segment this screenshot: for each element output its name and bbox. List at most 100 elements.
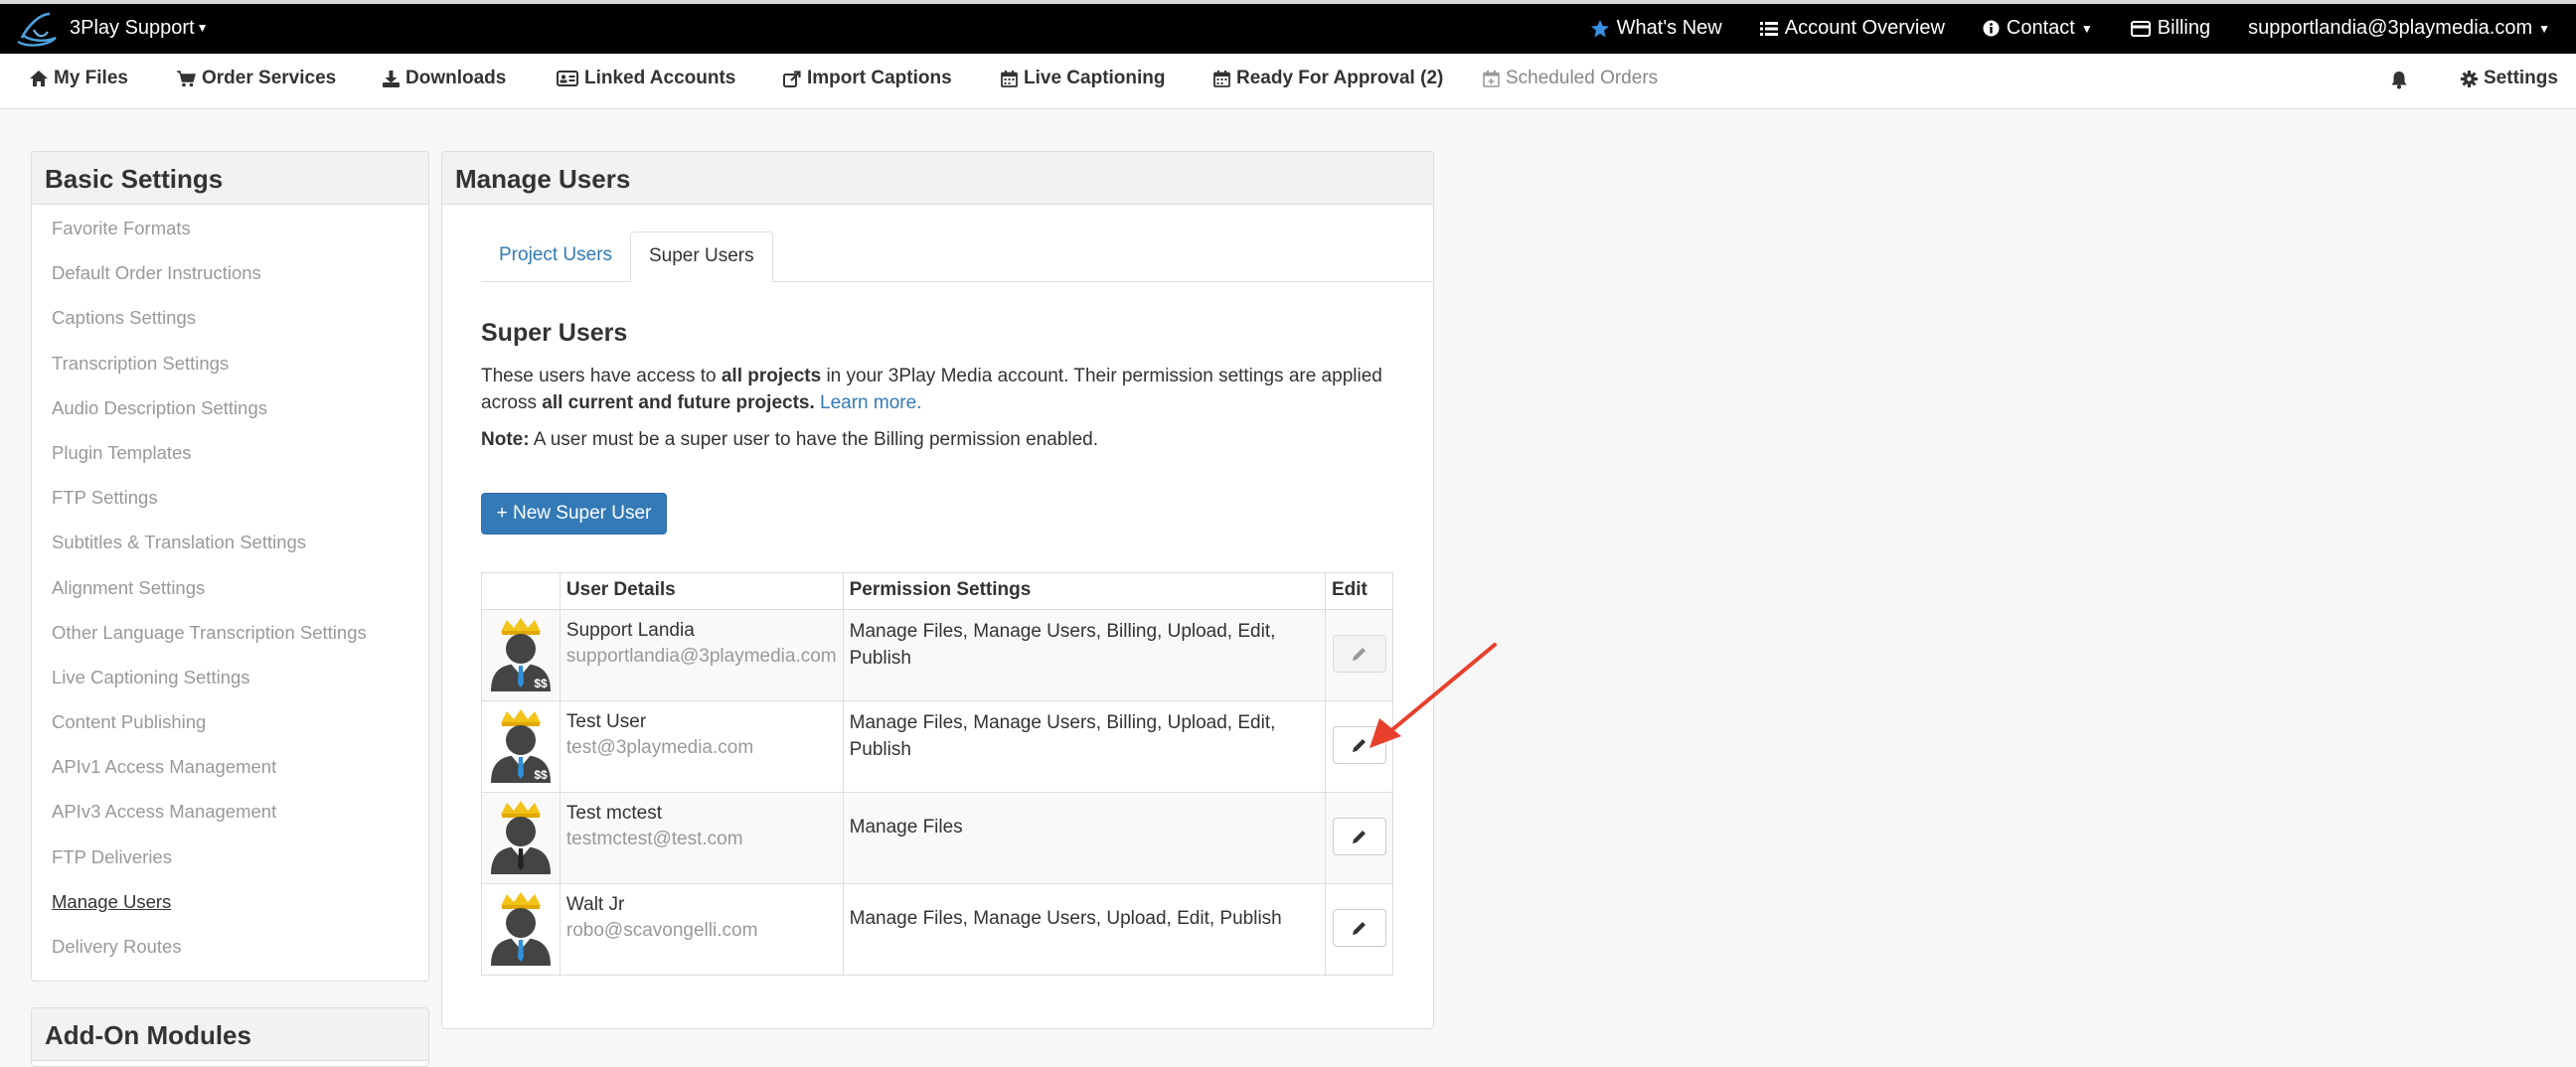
edit-user-button[interactable] — [1332, 818, 1386, 855]
3play-logo-icon[interactable] — [14, 8, 60, 50]
id-card-icon — [557, 71, 578, 86]
sidebar-item-subtitles-translation-settings[interactable]: Subtitles & Translation Settings — [52, 533, 428, 577]
user-email: supportlandia@3playmedia.com — [565, 646, 837, 667]
account-overview-link[interactable]: Account Overview — [1759, 17, 1945, 40]
sidebar-item-ftp-settings[interactable]: FTP Settings — [52, 488, 428, 533]
desc-text-1: These users have access to — [481, 366, 722, 386]
header-user-details: User Details — [559, 572, 844, 610]
user-details-cell: Test mctest testmctest@test.com — [559, 792, 844, 884]
gear-icon — [2461, 70, 2478, 87]
calendar-plus-icon — [1483, 70, 1500, 87]
billing-label: Billing — [2157, 17, 2211, 39]
nav-ready-for-approval[interactable]: Ready For Approval (2) — [1213, 68, 1443, 89]
list-icon — [1759, 21, 1778, 36]
nav-order-services[interactable]: Order Services — [177, 68, 336, 89]
permission-list: Manage Files, Manage Users, Billing, Upl… — [849, 621, 1276, 669]
top-nav: What's New Account Overview Contact ▼ Bil… — [1552, 17, 2550, 40]
sidebar-item-favorite-formats[interactable]: Favorite Formats — [52, 218, 428, 263]
super-user-avatar-icon — [491, 892, 551, 966]
sidebar-item-other-language-transcription-settings[interactable]: Other Language Transcription Settings — [52, 622, 428, 668]
permission-list: Manage Files, Manage Users, Billing, Upl… — [849, 712, 1276, 760]
sidebar-item-transcription-settings[interactable]: Transcription Settings — [52, 353, 428, 398]
pencil-icon — [1352, 922, 1366, 935]
billing-badge: $$ — [534, 677, 548, 690]
learn-more-link[interactable]: Learn more. — [820, 392, 921, 413]
user-name: Test mctest — [565, 803, 662, 824]
user-name: Test User — [565, 711, 647, 732]
avatar-cell: $$ — [481, 700, 561, 793]
header-edit: Edit — [1324, 572, 1394, 610]
edit-cell — [1324, 792, 1394, 884]
nav-scheduled-orders[interactable]: Scheduled Orders — [1483, 68, 1658, 89]
nav-settings-label: Settings — [2484, 68, 2558, 88]
sidebar-item-audio-description-settings[interactable]: Audio Description Settings — [52, 397, 428, 443]
whats-new-link[interactable]: What's New — [1590, 17, 1722, 40]
contact-dropdown[interactable]: Contact ▼ — [1983, 17, 2093, 40]
sidebar-item-content-publishing[interactable]: Content Publishing — [52, 712, 428, 757]
desc-bold-future-projects: all current and future projects. — [542, 392, 815, 413]
new-super-user-button[interactable]: + New Super User — [481, 493, 667, 534]
sidebar-item-delivery-routes[interactable]: Delivery Routes — [52, 936, 428, 981]
note-text: A user must be a super user to have the … — [529, 429, 1099, 450]
sidebar-item-default-order-instructions[interactable]: Default Order Instructions — [52, 263, 428, 308]
addon-modules-title: Add-On Modules — [32, 1008, 428, 1061]
user-email: testmctest@test.com — [565, 829, 743, 849]
nav-ready-for-approval-label: Ready For Approval (2) — [1236, 68, 1444, 88]
bell-icon — [2391, 72, 2407, 89]
star-icon — [1590, 19, 1609, 37]
sidebar-item-plugin-templates[interactable]: Plugin Templates — [52, 442, 428, 488]
calendar-icon — [1001, 70, 1018, 87]
super-user-avatar-icon — [491, 801, 551, 874]
nav-import-captions[interactable]: Import Captions — [783, 68, 952, 89]
caret-down-icon: ▼ — [2080, 21, 2093, 36]
edit-cell — [1324, 883, 1394, 976]
permissions-cell: Manage Files, Manage Users, Billing, Upl… — [842, 700, 1326, 793]
sidebar-item-apiv1-access-management[interactable]: APIv1 Access Management — [52, 757, 428, 802]
nav-live-captioning[interactable]: Live Captioning — [1001, 68, 1166, 89]
nav-settings[interactable]: Settings — [2461, 68, 2558, 89]
nav-import-captions-label: Import Captions — [807, 68, 952, 88]
cart-icon — [177, 70, 196, 86]
caret-down-icon: ▼ — [196, 21, 209, 35]
addon-modules-panel: Add-On Modules — [31, 1007, 429, 1067]
note-label: Note: — [481, 429, 530, 450]
billing-link[interactable]: Billing — [2130, 17, 2211, 40]
account-name: 3Play Support — [70, 17, 195, 39]
user-type-tabs: Project Users Super Users — [481, 231, 1433, 282]
nav-scheduled-orders-label: Scheduled Orders — [1506, 68, 1659, 88]
edit-user-button[interactable] — [1332, 909, 1386, 947]
contact-label: Contact — [2006, 17, 2075, 39]
annotation-arrow-icon — [1369, 643, 1497, 748]
account-overview-label: Account Overview — [1784, 17, 1945, 39]
permissions-cell: Manage Files — [842, 792, 1326, 884]
sidebar-item-apiv3-access-management[interactable]: APIv3 Access Management — [52, 802, 428, 846]
super-user-avatar-icon: $$ — [491, 709, 551, 783]
user-menu[interactable]: supportlandia@3playmedia.com ▼ — [2248, 17, 2550, 40]
manage-users-panel: Manage Users Project Users Super Users S… — [441, 151, 1434, 1029]
sidebar-item-captions-settings[interactable]: Captions Settings — [52, 308, 428, 353]
account-switcher[interactable]: 3Play Support ▼ — [70, 17, 209, 40]
sidebar-item-ftp-deliveries[interactable]: FTP Deliveries — [52, 846, 428, 892]
user-email: supportlandia@3playmedia.com — [2248, 17, 2533, 39]
user-name: Walt Jr — [565, 894, 625, 915]
tab-super-users[interactable]: Super Users — [630, 231, 773, 282]
nav-downloads[interactable]: Downloads — [383, 68, 506, 89]
credit-card-icon — [2130, 20, 2151, 37]
nav-my-files-label: My Files — [54, 68, 128, 88]
avatar-cell — [481, 792, 561, 884]
super-users-table: User Details Permission Settings Edit $$ — [481, 572, 1394, 976]
settings-menu: Favorite Formats Default Order Instructi… — [32, 205, 428, 981]
manage-users-title: Manage Users — [442, 152, 1433, 205]
nav-downloads-label: Downloads — [405, 68, 507, 88]
desc-bold-all-projects: all projects — [721, 366, 822, 386]
nav-linked-accounts[interactable]: Linked Accounts — [557, 68, 735, 89]
avatar-cell: $$ — [481, 609, 561, 701]
nav-my-files[interactable]: My Files — [30, 68, 128, 89]
super-users-heading: Super Users — [481, 319, 628, 347]
sidebar-item-alignment-settings[interactable]: Alignment Settings — [52, 577, 428, 623]
sidebar-item-live-captioning-settings[interactable]: Live Captioning Settings — [52, 667, 428, 712]
tab-project-users[interactable]: Project Users — [481, 231, 630, 281]
notifications-bell[interactable] — [2389, 70, 2415, 89]
sidebar-item-manage-users[interactable]: Manage Users — [52, 891, 428, 937]
table-row: $$ Test User test@3playmedia.com Manage … — [481, 700, 1394, 793]
